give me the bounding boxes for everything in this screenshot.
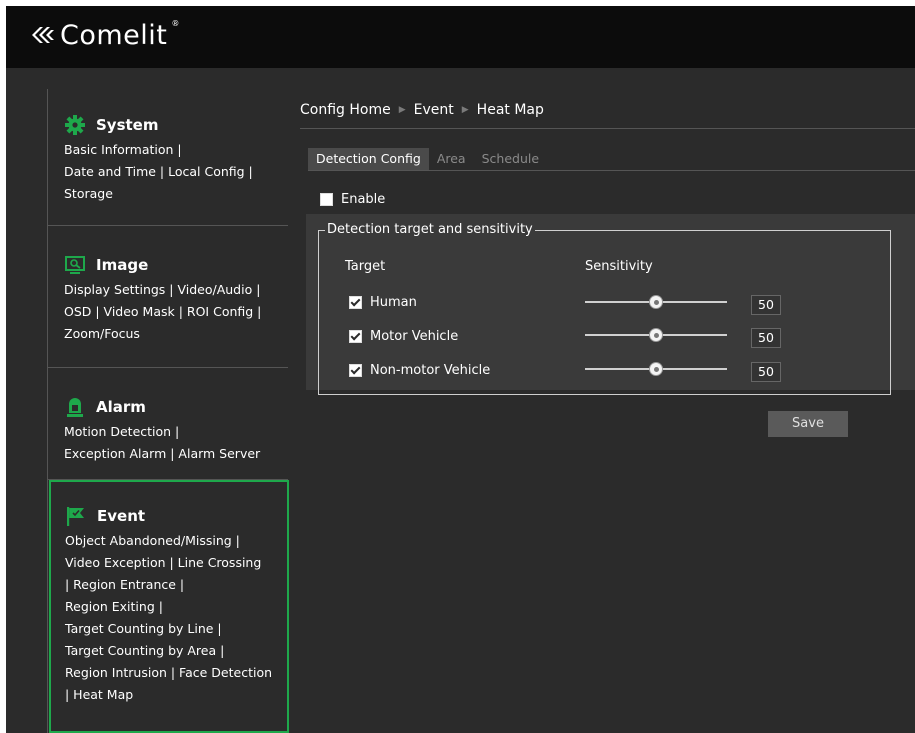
- tab-detection-config[interactable]: Detection Config: [308, 148, 429, 170]
- app-frame: Comelit ® System Basic Information | Dat…: [6, 6, 915, 733]
- brand-logo: Comelit ®: [30, 15, 179, 55]
- tab-bar: Detection Config Area Schedule: [308, 148, 547, 170]
- motor-vehicle-checkbox[interactable]: [349, 330, 362, 343]
- human-checkbox[interactable]: [349, 296, 362, 309]
- comelit-logo-icon: [32, 27, 54, 43]
- human-sensitivity-slider[interactable]: [585, 295, 727, 309]
- sidebar-group-title: Image: [96, 256, 149, 274]
- breadcrumb-item[interactable]: Event: [414, 102, 454, 118]
- sidebar: System Basic Information | Date and Time…: [47, 89, 289, 733]
- sidebar-group-header[interactable]: System: [64, 111, 288, 139]
- sidebar-group-title: System: [96, 116, 159, 134]
- image-monitor-icon: [65, 256, 85, 274]
- breadcrumb-arrow-icon: ▶: [461, 105, 469, 115]
- save-button[interactable]: Save: [768, 411, 848, 437]
- top-bar: Comelit ®: [6, 6, 915, 68]
- tab-divider: [308, 170, 915, 171]
- alarm-light-icon: [67, 398, 83, 417]
- non-motor-vehicle-checkbox[interactable]: [349, 364, 362, 377]
- breadcrumb-item: Heat Map: [476, 102, 544, 118]
- sidebar-links-alarm[interactable]: Motion Detection | Exception Alarm | Ala…: [64, 421, 280, 465]
- slider-thumb[interactable]: [649, 362, 663, 376]
- breadcrumb-item[interactable]: Config Home: [300, 102, 391, 118]
- enable-checkbox[interactable]: [320, 193, 333, 206]
- human-sensitivity-value[interactable]: 50: [751, 295, 781, 315]
- sidebar-group-image: Image Display Settings | Video/Audio | O…: [48, 225, 288, 368]
- target-label: Non-motor Vehicle: [370, 363, 491, 378]
- breadcrumb: Config Home ▶ Event ▶ Heat Map: [300, 100, 915, 120]
- sidebar-group-title: Event: [97, 507, 146, 525]
- enable-label: Enable: [341, 192, 386, 207]
- target-label: Motor Vehicle: [370, 329, 459, 344]
- tab-area[interactable]: Area: [429, 148, 474, 170]
- sidebar-links-event[interactable]: Object Abandoned/Missing | Video Excepti…: [65, 530, 279, 706]
- slider-thumb[interactable]: [649, 295, 663, 309]
- sidebar-group-header[interactable]: Alarm: [64, 393, 288, 421]
- sidebar-group-title: Alarm: [96, 398, 146, 416]
- sidebar-links-image[interactable]: Display Settings | Video/Audio | OSD | V…: [64, 279, 280, 345]
- sidebar-group-header[interactable]: Image: [64, 251, 288, 279]
- enable-row: Enable: [320, 192, 385, 207]
- sidebar-group-system: System Basic Information | Date and Time…: [48, 89, 288, 226]
- slider-thumb[interactable]: [649, 328, 663, 342]
- detection-fieldset: Detection target and sensitivity Target …: [318, 222, 891, 395]
- sidebar-group-event: Event Object Abandoned/Missing | Video E…: [49, 480, 289, 733]
- brand-name: Comelit: [60, 19, 168, 51]
- non-motor-vehicle-sensitivity-slider[interactable]: [585, 362, 727, 376]
- registered-mark: ®: [171, 19, 180, 28]
- target-row-human: Human: [349, 295, 417, 310]
- motor-vehicle-sensitivity-slider[interactable]: [585, 328, 727, 342]
- breadcrumb-arrow-icon: ▶: [398, 105, 406, 115]
- target-row-motor-vehicle: Motor Vehicle: [349, 329, 458, 344]
- target-column-header: Target: [345, 259, 386, 274]
- breadcrumb-divider: [300, 128, 915, 129]
- target-row-non-motor-vehicle: Non-motor Vehicle: [349, 363, 490, 378]
- non-motor-vehicle-sensitivity-value[interactable]: 50: [751, 362, 781, 382]
- sidebar-group-alarm: Alarm Motion Detection | Exception Alarm…: [48, 367, 288, 480]
- sensitivity-column-header: Sensitivity: [585, 259, 653, 274]
- tab-schedule[interactable]: Schedule: [474, 148, 547, 170]
- gear-icon: [65, 115, 85, 135]
- event-flag-icon: [67, 507, 84, 526]
- motor-vehicle-sensitivity-value[interactable]: 50: [751, 328, 781, 348]
- target-label: Human: [370, 295, 417, 310]
- sidebar-links-system[interactable]: Basic Information | Date and Time | Loca…: [64, 139, 280, 205]
- fieldset-legend: Detection target and sensitivity: [325, 222, 535, 238]
- main-content: Config Home ▶ Event ▶ Heat Map Detection…: [300, 100, 915, 700]
- sidebar-group-header[interactable]: Event: [65, 502, 287, 530]
